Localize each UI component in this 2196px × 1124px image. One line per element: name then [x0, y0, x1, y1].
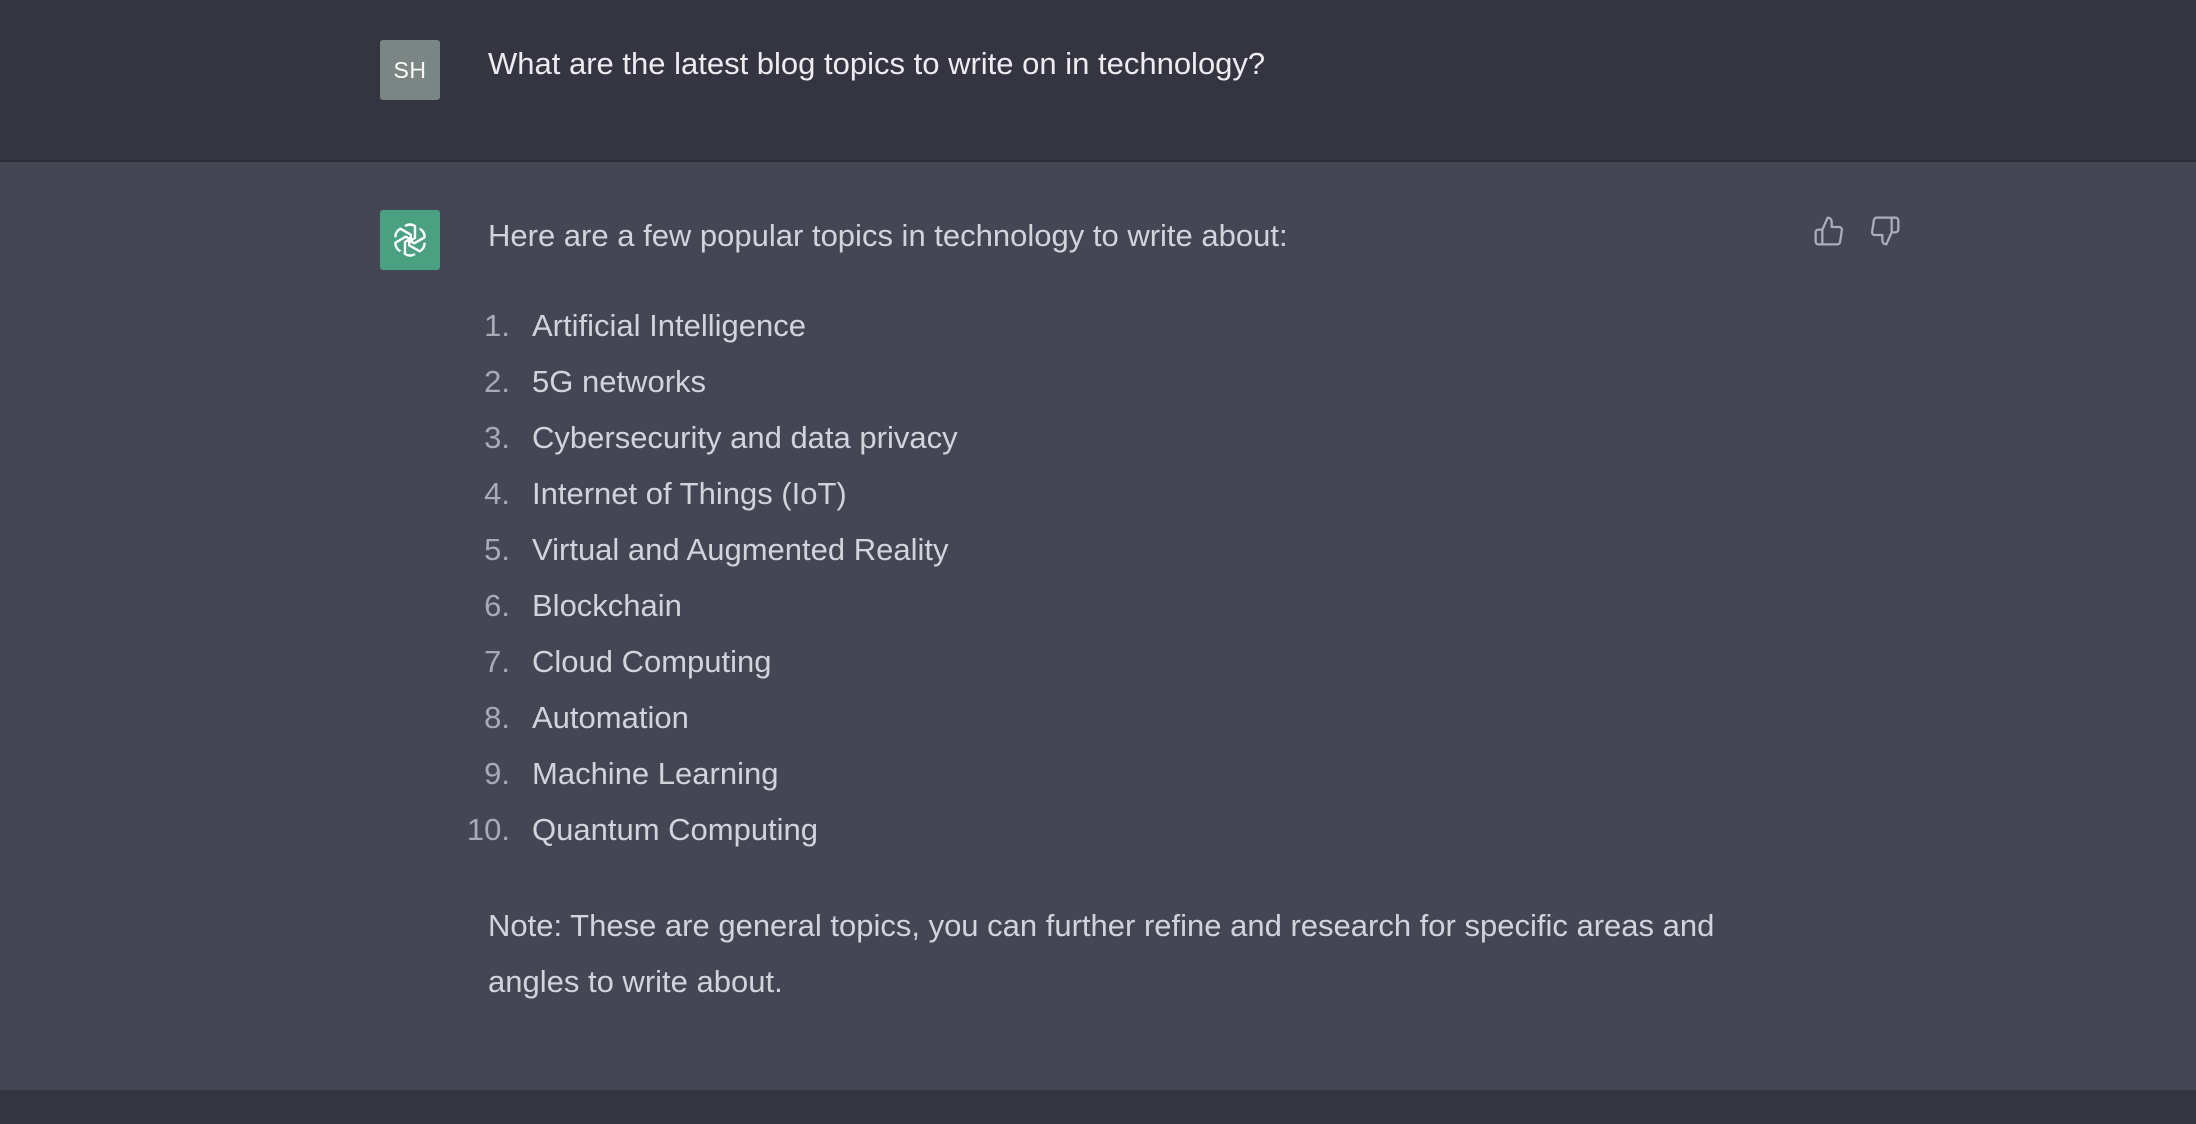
list-item: 7. Cloud Computing [484, 634, 1808, 690]
list-item: 10. Quantum Computing [467, 802, 1808, 858]
list-item-number: 5. [484, 532, 510, 567]
list-item-number: 4. [484, 476, 510, 511]
list-item: 6. Blockchain [484, 578, 1808, 634]
list-item-label: Virtual and Augmented Reality [532, 532, 949, 567]
assistant-intro-text: Here are a few popular topics in technol… [488, 218, 1288, 253]
feedback-buttons [1812, 214, 1902, 248]
list-item-number: 3. [484, 420, 510, 455]
list-item-label: Blockchain [532, 588, 682, 623]
list-item: 5. Virtual and Augmented Reality [484, 522, 1808, 578]
thumbs-up-button[interactable] [1812, 214, 1846, 248]
list-item: 4. Internet of Things (IoT) [484, 466, 1808, 522]
list-item-label: Internet of Things (IoT) [532, 476, 847, 511]
openai-logo-icon [394, 223, 426, 257]
list-item-label: Cybersecurity and data privacy [532, 420, 958, 455]
user-avatar: SH [380, 40, 440, 100]
assistant-message-row: Here are a few popular topics in technol… [0, 162, 2196, 1090]
assistant-avatar [380, 210, 440, 270]
assistant-message-content: Here are a few popular topics in technol… [467, 214, 1808, 1010]
chat-page: SH What are the latest blog topics to wr… [0, 0, 2196, 1124]
list-item: 2. 5G networks [484, 354, 1808, 410]
thumbs-down-icon [1870, 216, 1900, 246]
list-item-label: Cloud Computing [532, 644, 772, 679]
footer-bar [0, 1090, 2196, 1124]
list-item-label: Artificial Intelligence [532, 308, 806, 343]
list-item-number: 7. [484, 644, 510, 679]
list-item-number: 10. [466, 812, 510, 847]
user-message-text: What are the latest blog topics to write… [488, 46, 1266, 81]
list-item-label: Machine Learning [532, 756, 779, 791]
list-item-label: Quantum Computing [532, 812, 819, 847]
list-item: 3. Cybersecurity and data privacy [484, 410, 1808, 466]
list-item-number: 6. [484, 588, 510, 623]
thumbs-up-icon [1814, 216, 1844, 246]
list-item-number: 9. [484, 756, 510, 791]
list-item: 9. Machine Learning [484, 746, 1808, 802]
list-item-label: Automation [532, 700, 689, 735]
list-item: 8. Automation [484, 690, 1808, 746]
topic-list: 1. Artificial Intelligence 2. 5G network… [467, 298, 1808, 858]
thumbs-down-button[interactable] [1868, 214, 1902, 248]
list-item-label: 5G networks [532, 364, 707, 399]
list-item-number: 2. [484, 364, 510, 399]
list-item-number: 8. [484, 700, 510, 735]
list-item-number: 1. [484, 308, 510, 343]
assistant-note-text: Note: These are general topics, you can … [488, 908, 1715, 999]
list-item: 1. Artificial Intelligence [484, 298, 1808, 354]
user-message-row: SH What are the latest blog topics to wr… [0, 0, 2196, 162]
